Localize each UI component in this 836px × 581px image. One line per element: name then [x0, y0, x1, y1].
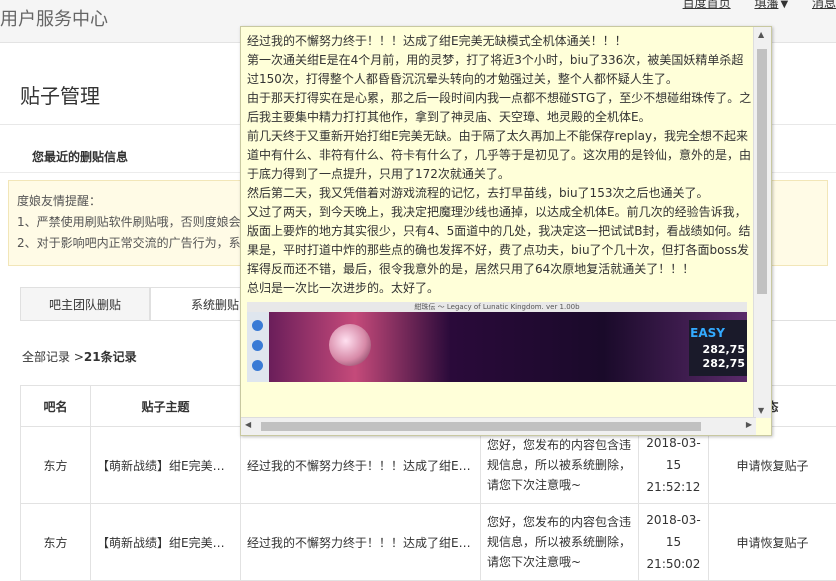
record-count: 全部记录 >21条记录 [22, 348, 137, 365]
col-bar: 吧名 [20, 385, 91, 427]
post-paragraph: 经过我的不懈努力终于！！！达成了绀E完美无缺模式全机体通关！！！ [247, 34, 627, 48]
record-total: 21条记录 [83, 350, 137, 364]
post-paragraph: 总归是一次比一次进步的。太好了。 [247, 281, 440, 295]
delete-reason: 您好，您发布的内容包含违规信息，所以被系统删除，请您下次注意哦~ [480, 426, 639, 504]
site-title: 用户服务中心 [0, 9, 108, 30]
delete-date: 2018-03-15 [646, 436, 701, 472]
tab-moderator-deletions[interactable]: 吧主团队删贴 [20, 287, 150, 321]
scroll-thumb[interactable] [757, 49, 767, 294]
post-paragraph: 第一次通关绀E是在4个月前，用的灵梦，打了将近3个小时，biu了336次，被美国… [247, 53, 744, 86]
scroll-right-icon[interactable]: ▶ [746, 420, 752, 429]
topic-link[interactable]: 【萌新战绩】绀E完美无… [90, 503, 241, 581]
post-content[interactable]: 经过我的不懈努力终于！！！达成了绀E完… [240, 503, 481, 581]
delete-clock: 21:50:02 [646, 557, 701, 571]
scroll-left-icon[interactable]: ◀ [245, 420, 251, 429]
vertical-scrollbar[interactable]: ▲ ▼ [753, 27, 771, 418]
screenshot-sidebar [247, 312, 269, 382]
post-paragraph: 然后第二天，我又凭借着对游戏流程的记忆，去打早苗线，biu了153次之后也通关了… [247, 186, 709, 200]
restore-post-link[interactable]: 申请恢复贴子 [708, 426, 836, 504]
delete-clock: 21:52:12 [646, 480, 701, 494]
post-content[interactable]: 经过我的不懈努力终于！！！达成了绀E完… [240, 426, 481, 504]
game-scene: EASY 282,75 282,75 [269, 312, 747, 382]
delete-time: 2018-03-15 21:50:02 [638, 503, 709, 581]
recent-deletions-label: 您最近的删贴信息 [32, 150, 129, 164]
restore-post-link[interactable]: 申请恢复贴子 [708, 503, 836, 581]
chevron-down-icon[interactable]: ▼ [780, 0, 788, 10]
score-value: 282,75 [702, 357, 745, 370]
table-row: 东方 【萌新战绩】绀E完美无… 经过我的不懈努力终于！！！达成了绀E完… 您好，… [20, 426, 836, 504]
record-prefix: 全部记录 > [22, 350, 84, 364]
link-messages[interactable]: 消息 [812, 0, 836, 10]
notice-line-1: 1、严禁使用刷贴软件刷贴哦，否则度娘会 [17, 215, 241, 229]
notice-title: 度娘友情提醒： [17, 194, 102, 208]
post-paragraph: 由于那天打得实在是心累，那之后一段时间内我一点都不想碰STG了，至少不想碰绀珠传… [247, 91, 752, 124]
share-icon [252, 340, 263, 351]
delete-reason: 您好，您发布的内容包含违规信息，所以被系统删除，请您下次注意哦~ [480, 503, 639, 581]
topic-link[interactable]: 【萌新战绩】绀E完美无… [90, 426, 241, 504]
bar-link[interactable]: 东方 [20, 426, 91, 504]
back-icon [252, 360, 263, 371]
post-paragraph: 又过了两天，到今天晚上，我决定把魔理沙线也通掉，以达成全机体E。前几次的经验告诉… [247, 205, 751, 276]
delete-date: 2018-03-15 [646, 513, 701, 549]
link-user[interactable]: 填藩 [754, 0, 778, 10]
link-baidu-home[interactable]: 百度首页 [683, 0, 731, 10]
home-icon [252, 320, 263, 331]
screenshot-window-title: 紺珠伝 ～ Legacy of Lunatic Kingdom. ver 1.0… [247, 302, 747, 312]
post-preview-popup[interactable]: 经过我的不懈努力终于！！！达成了绀E完美无缺模式全机体通关！！！ 第一次通关绀E… [240, 26, 772, 436]
moon-graphic [329, 324, 371, 366]
table-row: 东方 【萌新战绩】绀E完美无… 经过我的不懈努力终于！！！达成了绀E完… 您好，… [20, 503, 836, 581]
scroll-thumb[interactable] [261, 422, 701, 431]
page-title: 贴子管理 [20, 84, 100, 108]
scroll-up-icon[interactable]: ▲ [758, 30, 764, 39]
notice-line-2: 2、对于影响吧内正常交流的广告行为，系 [17, 236, 241, 250]
horizontal-scrollbar[interactable]: ◀ ▶ [241, 417, 756, 435]
col-topic: 贴子主题 [90, 385, 241, 427]
post-paragraph: 前几天终于又重新开始打绀E完美无缺。由于隔了太久再加上不能保存replay，我完… [247, 129, 752, 181]
post-preview-content: 经过我的不懈努力终于！！！达成了绀E完美无缺模式全机体通关！！！ 第一次通关绀E… [247, 32, 755, 418]
top-links: 百度首页 填藩 ▼ 消息 [663, 0, 836, 11]
game-screenshot-image: 紺珠伝 ～ Legacy of Lunatic Kingdom. ver 1.0… [247, 302, 747, 382]
delete-time: 2018-03-15 21:52:12 [638, 426, 709, 504]
bar-link[interactable]: 东方 [20, 503, 91, 581]
scroll-down-icon[interactable]: ▼ [758, 406, 764, 415]
